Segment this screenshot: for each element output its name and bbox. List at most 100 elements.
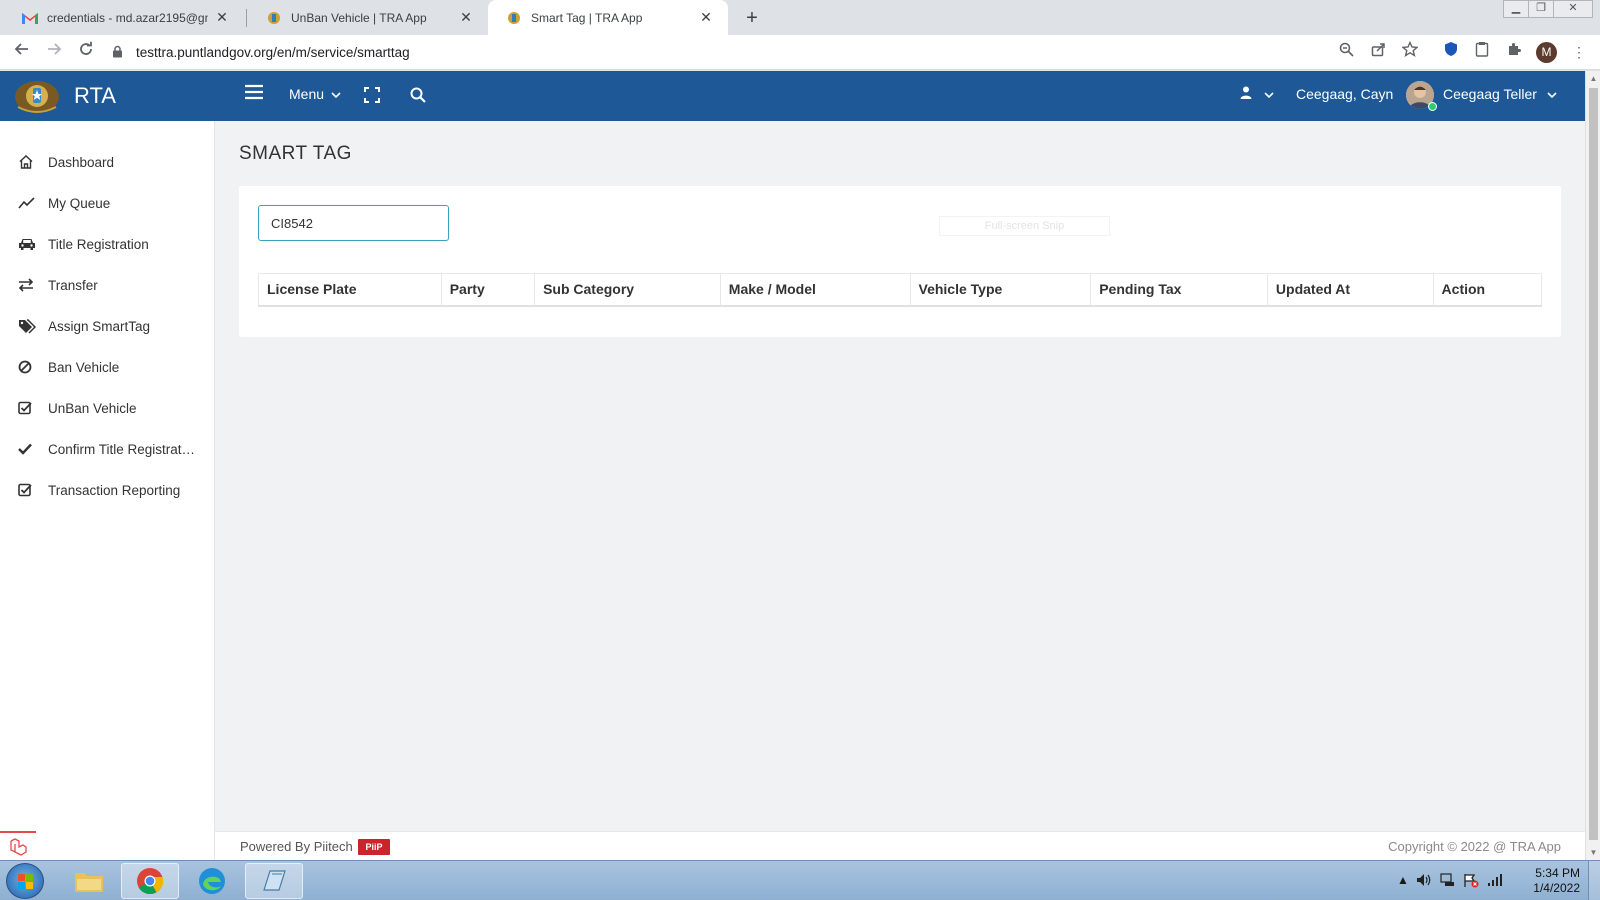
user-role-dropdown[interactable]: Ceegaag Teller xyxy=(1443,86,1557,102)
zoom-icon[interactable] xyxy=(1335,41,1357,63)
tab-title: credentials - md.azar2195@gmail.com xyxy=(47,10,208,25)
clock-time: 5:34 PM xyxy=(1535,866,1580,880)
taskbar-chrome[interactable] xyxy=(121,863,179,899)
sidebar-item-unban-vehicle[interactable]: UnBan Vehicle xyxy=(0,388,215,428)
column-header[interactable]: Pending Tax xyxy=(1090,273,1268,307)
column-header[interactable]: Updated At xyxy=(1266,273,1434,307)
forward-icon[interactable] xyxy=(42,41,66,65)
browser-tab-strip: credentials - md.azar2195@gmail.com ✕ Un… xyxy=(0,0,1600,35)
sidebar-item-transaction-reporting[interactable]: Transaction Reporting xyxy=(0,470,215,510)
browser-tab-gmail[interactable]: credentials - md.azar2195@gmail.com ✕ xyxy=(4,0,244,35)
sidebar-item-confirm-title-registration[interactable]: Confirm Title Registration xyxy=(0,429,215,469)
back-icon[interactable] xyxy=(10,41,34,65)
profile-avatar[interactable]: M xyxy=(1536,42,1557,63)
sidebar-item-label: Assign SmartTag xyxy=(48,318,151,334)
new-tab-button[interactable]: + xyxy=(738,4,766,32)
page-title: SMART TAG xyxy=(239,143,352,164)
menu-dropdown[interactable]: Menu xyxy=(289,86,341,102)
check-square-icon xyxy=(18,483,48,497)
table-header-row: License Plate Party Sub Category Make / … xyxy=(258,273,1543,307)
column-header[interactable]: Vehicle Type xyxy=(909,273,1092,307)
close-icon[interactable]: ✕ xyxy=(458,9,474,26)
clock-date: 1/4/2022 xyxy=(1533,881,1580,895)
brand[interactable]: RTA xyxy=(12,77,116,115)
snipping-tool-icon xyxy=(263,870,286,891)
search-icon[interactable] xyxy=(410,87,426,108)
ban-icon xyxy=(18,360,48,374)
trend-icon xyxy=(18,197,48,209)
extension-shield-icon[interactable] xyxy=(1440,41,1462,63)
chevron-down-icon xyxy=(331,92,341,99)
sidebar-item-my-queue[interactable]: My Queue xyxy=(0,183,215,223)
car-icon xyxy=(18,237,48,251)
vehicle-table: License Plate Party Sub Category Make / … xyxy=(258,273,1543,307)
window-close-icon[interactable]: ✕ xyxy=(1553,0,1593,18)
copyright: Copyright © 2022 @ TRA App xyxy=(1388,839,1561,854)
sidebar-item-ban-vehicle[interactable]: Ban Vehicle xyxy=(0,347,215,387)
start-button[interactable] xyxy=(6,863,44,899)
brand-name: RTA xyxy=(74,83,116,108)
close-icon[interactable]: ✕ xyxy=(214,9,230,26)
fullscreen-icon[interactable] xyxy=(364,87,380,108)
laravel-icon[interactable] xyxy=(0,831,36,860)
search-input[interactable] xyxy=(258,205,449,241)
sidebar-item-assign-smarttag[interactable]: Assign SmartTag xyxy=(0,306,215,346)
hamburger-icon[interactable] xyxy=(245,84,263,105)
system-clock[interactable]: 5:34 PM 1/4/2022 xyxy=(1510,866,1580,896)
column-header[interactable]: Make / Model xyxy=(719,273,911,307)
taskbar-explorer[interactable] xyxy=(60,863,118,899)
bookmark-star-icon[interactable] xyxy=(1399,40,1421,63)
sidebar-item-label: Dashboard xyxy=(48,154,115,170)
sidebar-item-title-registration[interactable]: Title Registration xyxy=(0,224,215,264)
vertical-scrollbar[interactable]: ▲ ▼ xyxy=(1585,71,1600,860)
chevron-down-icon xyxy=(1547,92,1557,99)
scroll-up-icon[interactable]: ▲ xyxy=(1586,71,1600,86)
piitech-logo[interactable]: PiiP xyxy=(358,839,390,855)
sidebar-item-label: My Queue xyxy=(48,195,111,211)
restore-icon[interactable]: ❐ xyxy=(1528,0,1554,18)
column-header[interactable]: Sub Category xyxy=(534,273,721,307)
column-header[interactable]: License Plate xyxy=(258,273,442,307)
tray-expand-icon[interactable]: ▲ xyxy=(1397,873,1409,887)
chevron-down-icon xyxy=(1264,92,1274,99)
browser-tab-smarttag[interactable]: Smart Tag | TRA App ✕ xyxy=(488,0,728,35)
minimize-icon[interactable]: ▁ xyxy=(1503,0,1529,18)
extensions-puzzle-icon[interactable] xyxy=(1503,41,1525,63)
volume-icon[interactable] xyxy=(1416,873,1432,890)
sidebar-item-label: Title Registration xyxy=(48,236,149,252)
browser-tab-unban[interactable]: UnBan Vehicle | TRA App ✕ xyxy=(248,0,488,35)
browser-menu-icon[interactable]: ⋮ xyxy=(1568,41,1590,63)
flag-error-icon[interactable] xyxy=(1463,873,1479,891)
tab-title: UnBan Vehicle | TRA App xyxy=(291,10,427,25)
clipboard-icon[interactable] xyxy=(1471,41,1493,63)
home-icon xyxy=(18,154,48,170)
sidebar-item-label: Transfer xyxy=(48,277,98,293)
main-content: SMART TAG Full-screen Snip License Plate… xyxy=(215,121,1585,831)
taskbar-snipping-tool[interactable] xyxy=(245,863,303,899)
scroll-down-icon[interactable]: ▼ xyxy=(1586,845,1600,860)
chrome-icon xyxy=(137,868,164,895)
windows-logo-icon xyxy=(18,874,33,889)
taskbar-edge[interactable] xyxy=(183,863,241,899)
scrollbar-thumb[interactable] xyxy=(1589,88,1598,840)
taskbar: ▲ 5:34 PM 1/4/2022 xyxy=(0,860,1600,900)
user-name: Ceegaag, Cayn xyxy=(1296,86,1394,102)
column-header[interactable]: Party xyxy=(440,273,536,307)
close-icon[interactable]: ✕ xyxy=(698,9,714,26)
signal-icon[interactable] xyxy=(1487,873,1503,889)
powered-by[interactable]: Powered By Piitech xyxy=(240,839,353,854)
sidebar-item-dashboard[interactable]: Dashboard xyxy=(0,142,215,182)
exchange-icon xyxy=(18,278,48,292)
sidebar-item-transfer[interactable]: Transfer xyxy=(0,265,215,305)
emblem-icon xyxy=(266,10,282,26)
column-header[interactable]: Action xyxy=(1432,273,1543,307)
share-icon[interactable] xyxy=(1367,41,1389,63)
smart-tag-card: Full-screen Snip License Plate Party Sub… xyxy=(239,186,1561,337)
reload-icon[interactable] xyxy=(74,41,98,65)
network-adapter-icon[interactable] xyxy=(1440,873,1455,890)
user-dropdown[interactable] xyxy=(1240,86,1274,102)
check-icon xyxy=(18,443,48,455)
address-bar[interactable]: testtra.puntlandgov.org/en/m/service/sma… xyxy=(112,39,1342,66)
show-desktop-button[interactable] xyxy=(1588,861,1600,900)
app-header: RTA Menu Ceegaag, Cayn Ceegaag Teller xyxy=(0,71,1585,121)
